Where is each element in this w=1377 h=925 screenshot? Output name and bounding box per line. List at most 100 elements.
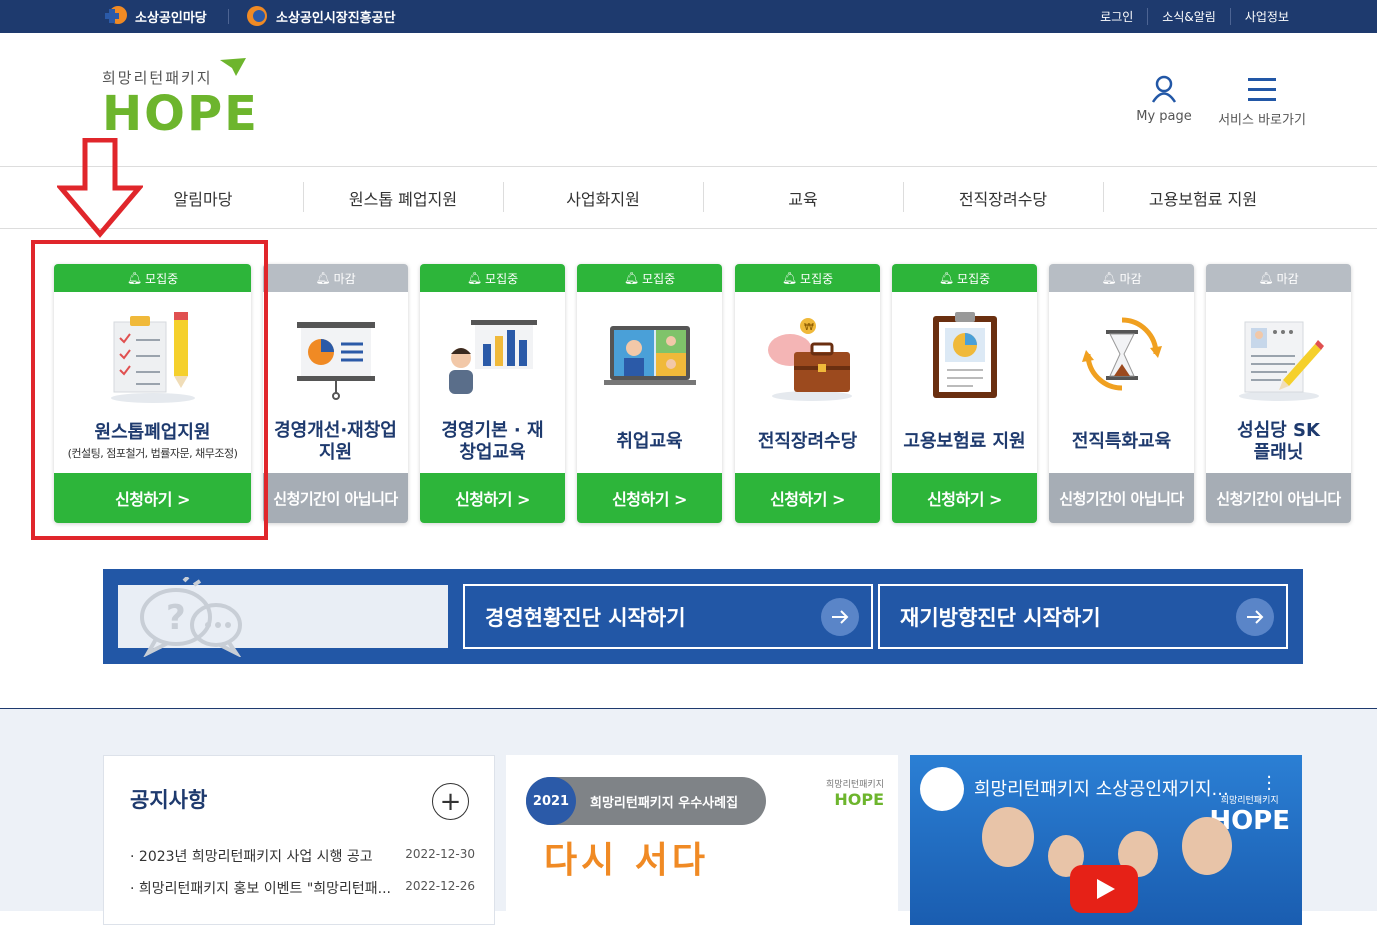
hourglass-illustration <box>1049 308 1194 408</box>
nav-job-transition-allowance[interactable]: 전직장려수당 <box>903 167 1103 228</box>
login-link[interactable]: 로그인 <box>1086 8 1147 25</box>
play-button-icon[interactable] <box>1070 865 1138 913</box>
card-title-text: 고용보험료 지원 <box>903 431 1026 452</box>
card-employment-education[interactable]: 🔔︎ 모집중 취업교육 신청하기 > <box>577 264 722 523</box>
card-title-text: 성심당 SK플래닛 <box>1237 420 1320 463</box>
person-thumbnail <box>982 807 1034 867</box>
card-title-text: 전직장려수당 <box>757 431 858 452</box>
notice-panel: 공지사항 + · 2023년 희망리턴패키지 사업 시행 공고 2022-12-… <box>103 755 495 925</box>
notice-row-title: · 2023년 희망리턴패키지 사업 시행 공고 <box>130 849 373 865</box>
presentation-illustration <box>263 308 408 408</box>
card-sungsimdang-skplanet[interactable]: 🔔︎ 마감 성심당 SK플래닛 신청기간이 아닙니다 <box>1206 264 1351 523</box>
diagnosis-label-1: 경영현황진단 시작하기 <box>485 605 686 630</box>
status-label: 모집중 <box>642 271 676 286</box>
channel-avatar[interactable] <box>920 767 964 811</box>
card-specialized-education[interactable]: 🔔︎ 마감 전직특화교육 신청기간이 아닙니다 <box>1049 264 1194 523</box>
notice-row[interactable]: · 2023년 희망리턴패키지 사업 시행 공고 2022-12-30 <box>130 846 475 866</box>
person-thumbnail <box>1182 817 1232 875</box>
card-employment-insurance[interactable]: 🔔︎ 모집중 고용보험료 지원 신청하기 > <box>892 264 1037 523</box>
apply-button-disabled[interactable]: 신청기간이 아닙니다 <box>1206 473 1351 523</box>
video-call-illustration <box>577 308 722 408</box>
card-title-text: 경영기본 · 재창업교육 <box>441 420 544 463</box>
promo-mini-wordmark: HOPE <box>834 790 884 809</box>
status-label: 모집중 <box>800 271 834 286</box>
status-label: 마감 <box>333 271 356 286</box>
diagnosis-banner: ? 경영현황진단 시작하기 재기방향진단 시작하기 <box>103 569 1303 664</box>
video-badge-sub: 희망리턴패키지 <box>1220 796 1279 806</box>
card-basic-education[interactable]: 🔔︎ 모집중 경영기본 · 재창업교육 신청하기 > <box>420 264 565 523</box>
nav-employment-insurance[interactable]: 고용보험료 지원 <box>1103 167 1303 228</box>
notice-row-title: · 희망리턴패키지 홍보 이벤트 "희망리턴패... <box>130 881 392 897</box>
bell-icon: 🔔︎ <box>938 271 955 285</box>
semas-logo-icon <box>247 6 267 26</box>
apply-button[interactable]: 신청하기 > <box>735 473 880 523</box>
card-title-text: 취업교육 <box>616 431 683 452</box>
lecture-illustration <box>420 308 565 408</box>
hope-logo[interactable]: 희망리턴패키지 HOPE <box>102 58 257 142</box>
card-title: 경영기본 · 재창업교육 <box>420 416 565 468</box>
brand2-label: 소상공인시장진흥공단 <box>276 10 396 26</box>
semas-brand-link[interactable]: 소상공인시장진흥공단 <box>244 4 396 28</box>
card-title: 전직장려수당 <box>735 416 880 468</box>
more-plus-button[interactable]: + <box>432 783 469 820</box>
promo-mini-logo: 희망리턴패키지 HOPE <box>826 777 884 809</box>
bell-icon: 🔔︎ <box>1258 271 1274 285</box>
notice-row-date: 2022-12-26 <box>405 879 475 893</box>
status-badge: 🔔︎ 마감 <box>1206 264 1351 292</box>
nav-education[interactable]: 교육 <box>703 167 903 228</box>
recovery-diagnosis-button[interactable]: 재기방향진단 시작하기 <box>878 584 1288 649</box>
notice-row-title-text: 2023년 희망리턴패키지 사업 시행 공고 <box>138 849 373 865</box>
status-label: 마감 <box>1119 271 1142 286</box>
notice-row-date: 2022-12-30 <box>405 847 475 861</box>
logo-wordmark: HOPE <box>102 86 259 142</box>
nav-commercialization[interactable]: 사업화지원 <box>503 167 703 228</box>
card-title: 성심당 SK플래닛 <box>1206 416 1351 468</box>
status-badge: 🔔︎ 모집중 <box>892 264 1037 292</box>
notice-title: 공지사항 <box>130 788 208 812</box>
mypage-button[interactable]: My page <box>1130 75 1198 124</box>
sbiz-brand-link[interactable]: 소상공인마당 <box>103 4 207 28</box>
banner-illustration-box: ? <box>118 577 448 657</box>
notice-row-title-text: 희망리턴패키지 홍보 이벤트 "희망리턴패... <box>138 881 392 897</box>
management-diagnosis-button[interactable]: 경영현황진단 시작하기 <box>463 584 873 649</box>
card-job-transition-allowance[interactable]: 🔔︎ 모집중 ₩ 전직장려수당 신청하기 > <box>735 264 880 523</box>
card-management-improvement[interactable]: 🔔︎ 마감 경영개선·재창업 지원 신청기간이 아닙니다 <box>263 264 408 523</box>
apply-button-disabled[interactable]: 신청기간이 아닙니다 <box>263 473 408 523</box>
apply-button-disabled[interactable]: 신청기간이 아닙니다 <box>1049 473 1194 523</box>
casebook-promo-banner[interactable]: 희망리턴패키지 우수사례집 2021 다시 서다 희망리턴패키지 HOPE <box>506 755 898 925</box>
bell-icon: 🔔︎ <box>781 271 798 285</box>
news-link[interactable]: 소식&알림 <box>1147 8 1230 25</box>
notice-row[interactable]: · 희망리턴패키지 홍보 이벤트 "희망리턴패... 2022-12-26 <box>130 878 475 898</box>
more-vert-icon[interactable]: · · · <box>1266 769 1272 799</box>
piggybank-briefcase-illustration: ₩ <box>735 308 880 408</box>
apply-button[interactable]: 신청하기 > <box>577 473 722 523</box>
status-badge: 🔔︎ 모집중 <box>577 264 722 292</box>
business-info-link[interactable]: 사업정보 <box>1229 8 1303 25</box>
card-title-text: 전직특화교육 <box>1071 431 1172 452</box>
card-title: 고용보험료 지원 <box>892 416 1037 468</box>
youtube-video-embed[interactable]: 희망리턴패키지 소상공인재기지... · · · 희망리턴패키지 HOPE <box>910 755 1302 925</box>
promo-headline: 다시 서다 <box>544 840 710 881</box>
main-nav: 알림마당 원스톱 폐업지원 사업화지원 교육 전직장려수당 고용보험료 지원 <box>0 166 1377 229</box>
apply-button[interactable]: 신청하기 > <box>420 473 565 523</box>
bell-icon: 🔔︎ <box>315 271 331 285</box>
bottom-section: 공지사항 + · 2023년 희망리턴패키지 사업 시행 공고 2022-12-… <box>0 708 1377 925</box>
promo-year-badge: 2021 <box>526 777 576 825</box>
apply-button[interactable]: 신청하기 > <box>892 473 1037 523</box>
hamburger-icon <box>1248 78 1276 101</box>
status-badge: 🔔︎ 모집중 <box>420 264 565 292</box>
top-bar: 소상공인마당 소상공인시장진흥공단 로그인 소식&알림 사업정보 <box>0 0 1377 33</box>
arrow-right-icon <box>1236 598 1274 636</box>
diagnosis-label-2: 재기방향진단 시작하기 <box>900 605 1101 630</box>
service-menu-button[interactable]: 서비스 바로가기 <box>1216 75 1308 128</box>
nav-onestop-closure[interactable]: 원스톱 폐업지원 <box>303 167 503 228</box>
top-links: 로그인 소식&알림 사업정보 <box>1086 0 1303 33</box>
logo-subtitle: 희망리턴패키지 <box>102 69 213 87</box>
card-title-text: 경영개선·재창업 지원 <box>274 420 397 463</box>
red-down-arrow-icon <box>57 138 143 238</box>
video-title[interactable]: 희망리턴패키지 소상공인재기지... <box>974 775 1229 801</box>
status-badge: 🔔︎ 마감 <box>263 264 408 292</box>
bell-icon: 🔔︎ <box>623 271 640 285</box>
status-badge: 🔔︎ 마감 <box>1049 264 1194 292</box>
speech-bubble-question-icon: ? <box>140 577 242 657</box>
